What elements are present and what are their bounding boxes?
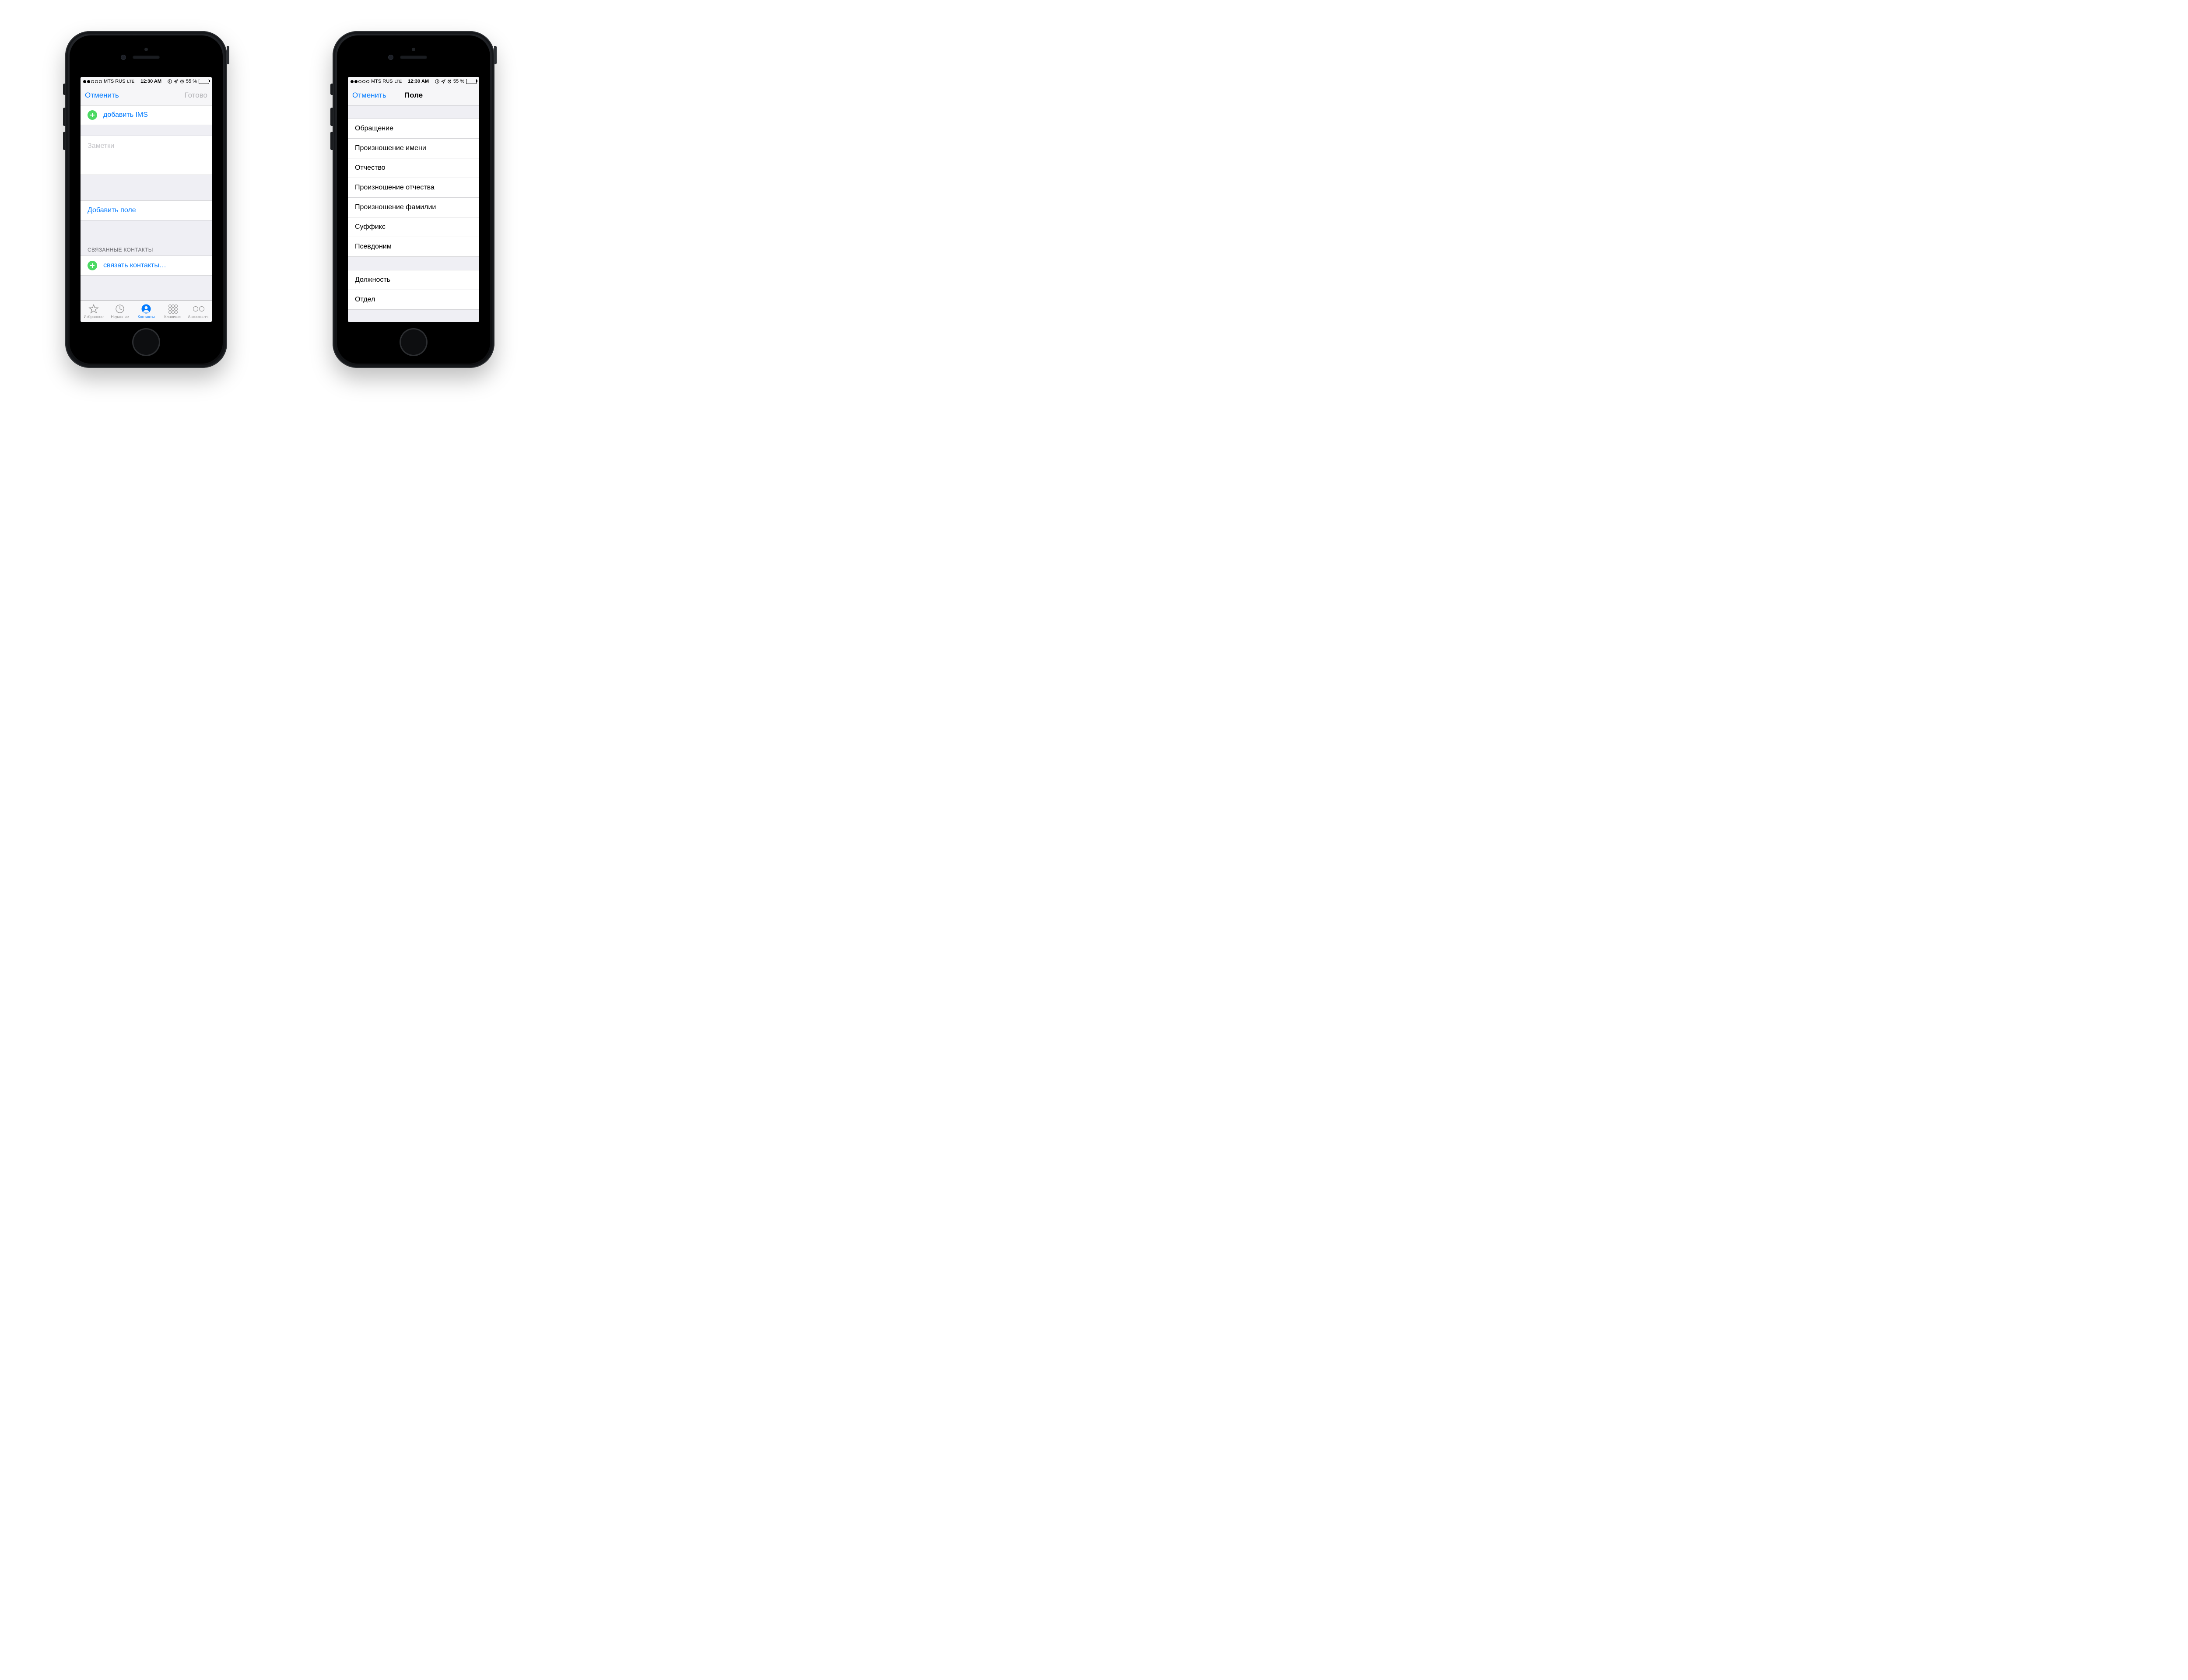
battery-percent-label: 55 %	[186, 79, 197, 84]
clock: 12:30 AM	[408, 79, 429, 84]
link-contacts-row[interactable]: связать контакты…	[81, 256, 212, 275]
add-ims-label: добавить IMS	[103, 106, 212, 124]
tab-voicemail[interactable]: Автоответч.	[186, 301, 212, 322]
field-option-label: Отчество	[355, 159, 479, 177]
linked-contacts-header: СВЯЗАННЫЕ КОНТАКТЫ	[81, 242, 212, 256]
field-option-label: Должность	[355, 271, 479, 289]
field-option-label: Произношение фамилии	[355, 198, 479, 217]
home-button[interactable]	[133, 329, 159, 355]
compass-icon	[168, 79, 172, 84]
tab-label: Автоответч.	[188, 315, 209, 319]
location-icon	[441, 79, 445, 84]
field-option-row[interactable]: Должность	[348, 270, 479, 290]
signal-strength-icon	[351, 80, 369, 83]
contact-icon	[140, 304, 152, 314]
voicemail-icon	[193, 304, 204, 314]
star-icon	[88, 304, 99, 314]
field-option-label: Произношение отчества	[355, 178, 479, 197]
tab-recents[interactable]: Недавние	[107, 301, 133, 322]
battery-icon	[466, 79, 477, 84]
field-option-label: Отдел	[355, 290, 479, 309]
nav-bar: Отменить Поле	[348, 86, 479, 105]
carrier-label: MTS RUS	[104, 79, 126, 84]
clock-icon	[114, 304, 126, 314]
field-option-row[interactable]: Отчество	[348, 158, 479, 178]
cancel-button[interactable]: Отменить	[85, 91, 119, 100]
link-contacts-label: связать контакты…	[103, 256, 212, 275]
alarm-icon	[447, 79, 452, 84]
tab-label: Избранное	[84, 315, 104, 319]
nav-bar: Отменить Готово	[81, 86, 212, 105]
location-icon	[174, 79, 178, 84]
home-button[interactable]	[401, 329, 426, 355]
status-bar: MTS RUS LTE 12:30 AM	[81, 77, 212, 86]
phone-right: MTS RUS LTE 12:30 AM	[333, 31, 494, 368]
tab-contacts[interactable]: Контакты	[133, 301, 159, 322]
cancel-button[interactable]: Отменить	[352, 91, 386, 100]
clock: 12:30 AM	[140, 79, 161, 84]
keypad-icon	[167, 304, 178, 314]
network-label: LTE	[127, 79, 135, 84]
field-option-label: Псевдоним	[355, 238, 479, 256]
plus-icon	[88, 110, 97, 120]
battery-percent-label: 55 %	[453, 79, 464, 84]
field-option-row[interactable]: Псевдоним	[348, 237, 479, 256]
tab-bar: Избранное Недавние Контакты	[81, 300, 212, 322]
field-option-label: Произношение имени	[355, 139, 479, 158]
carrier-label: MTS RUS	[371, 79, 393, 84]
field-option-row[interactable]: Произношение отчества	[348, 178, 479, 198]
add-field-label: Добавить поле	[88, 201, 212, 220]
phone-left: MTS RUS LTE 12:30 AM	[65, 31, 227, 368]
status-bar: MTS RUS LTE 12:30 AM	[348, 77, 479, 86]
field-option-row[interactable]: Отдел	[348, 290, 479, 309]
field-option-row[interactable]: Суффикс	[348, 217, 479, 237]
signal-strength-icon	[83, 80, 102, 83]
notes-row[interactable]: Заметки	[81, 136, 212, 175]
battery-icon	[199, 79, 209, 84]
tab-label: Контакты	[138, 315, 155, 319]
tab-label: Недавние	[111, 315, 129, 319]
add-ims-row[interactable]: добавить IMS	[81, 105, 212, 125]
alarm-icon	[180, 79, 184, 84]
compass-icon	[435, 79, 439, 84]
plus-icon	[88, 261, 97, 270]
tab-keypad[interactable]: Клавиши	[159, 301, 186, 322]
field-option-row[interactable]: Произношение фамилии	[348, 198, 479, 217]
tab-favorites[interactable]: Избранное	[81, 301, 107, 322]
notes-placeholder: Заметки	[88, 136, 212, 155]
field-option-label: Суффикс	[355, 218, 479, 236]
add-field-row[interactable]: Добавить поле	[81, 201, 212, 220]
field-option-row[interactable]: Произношение имени	[348, 139, 479, 158]
field-option-row[interactable]: Обращение	[348, 119, 479, 139]
network-label: LTE	[395, 79, 402, 84]
field-option-label: Обращение	[355, 119, 479, 138]
done-button[interactable]: Готово	[185, 91, 208, 100]
tab-label: Клавиши	[164, 315, 181, 319]
